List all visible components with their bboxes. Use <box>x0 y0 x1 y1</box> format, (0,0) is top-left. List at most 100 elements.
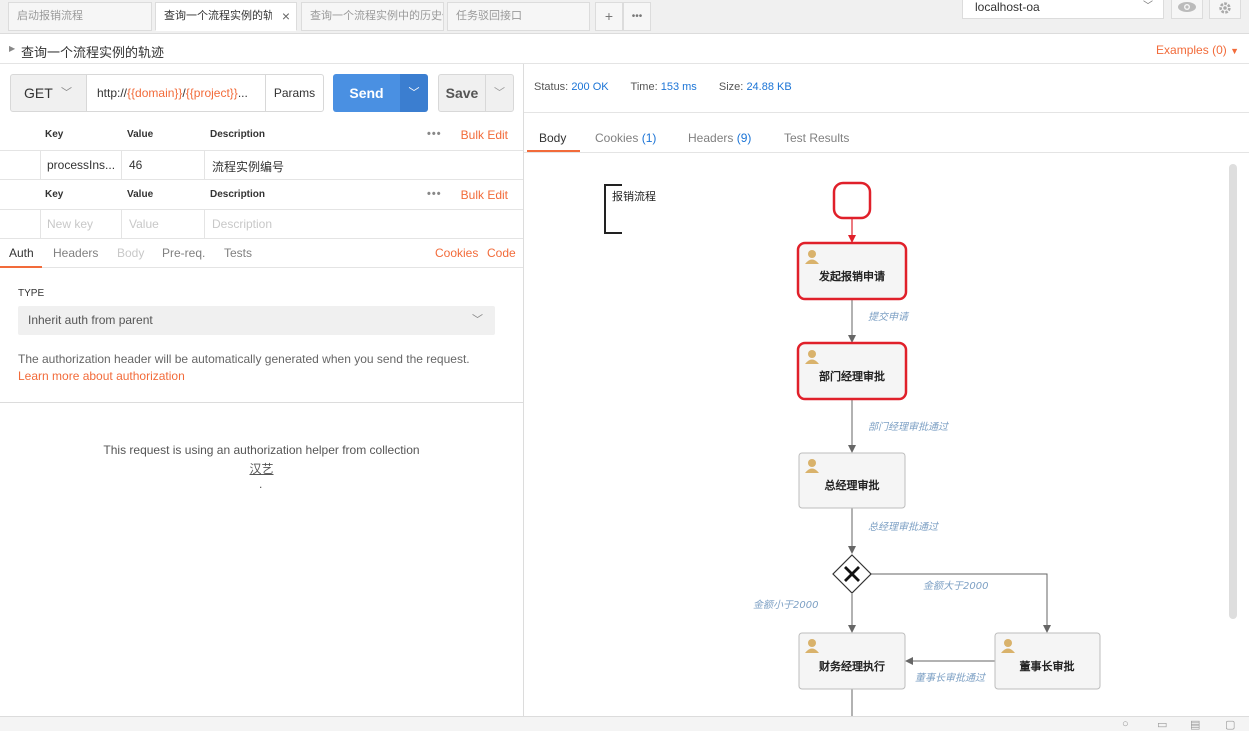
start-event <box>832 181 872 220</box>
active-tab-indicator <box>527 150 580 152</box>
response-meta: Status: 200 OK Time: 153 ms Size: 24.88 … <box>534 81 792 93</box>
task-chairman: 董事长审批 <box>994 632 1101 690</box>
tab-body[interactable]: Body <box>117 246 144 260</box>
cookies-tab-label: Cookies <box>595 131 639 145</box>
task-label: 总经理审批 <box>825 478 880 492</box>
task-dept-mgr: 部门经理审批 <box>796 341 908 401</box>
headers-bulk-edit[interactable]: Bulk Edit <box>461 188 508 202</box>
add-tab-button[interactable]: + <box>595 2 623 31</box>
cookies-link[interactable]: Cookies <box>435 246 478 260</box>
save-button[interactable]: Save <box>438 74 486 112</box>
chevron-down-icon: ﹀ <box>408 87 420 99</box>
help-icon[interactable]: ▢ <box>1225 718 1235 731</box>
tab-label: 查询一个流程实例的轨迹 <box>164 10 272 22</box>
status-bar: ○ ▭ ▤ ▢ <box>0 716 1249 731</box>
learn-more-link[interactable]: Learn more about authorization <box>18 369 185 383</box>
new-value-input[interactable]: Value <box>129 217 159 231</box>
url-prefix: http:// <box>97 86 128 100</box>
time-label: Time: <box>630 81 658 93</box>
examples-dropdown[interactable]: Examples (0) ▼ <box>1156 43 1239 57</box>
more-tabs-button[interactable]: ••• <box>623 2 651 31</box>
params-bulk-edit[interactable]: Bulk Edit <box>461 128 508 142</box>
auth-type-select[interactable]: Inherit auth from parent ﹀ <box>18 306 495 335</box>
gear-icon[interactable] <box>1209 0 1241 19</box>
headers-count: (9) <box>736 131 752 145</box>
cell-divider <box>204 151 205 180</box>
new-key-input[interactable]: New key <box>47 217 93 231</box>
collection-link[interactable]: 汉艺 <box>0 460 523 477</box>
cell-divider <box>121 151 122 180</box>
time-value: 153 ms <box>660 81 697 93</box>
tab-prereq[interactable]: Pre-req. <box>162 246 205 260</box>
task-finance: 财务经理执行 <box>798 632 906 690</box>
caret-right-icon[interactable]: ▶ <box>9 44 15 53</box>
tab-response-body[interactable]: Body <box>539 131 566 145</box>
flow-label-chair-pass: 董事长审批通过 <box>915 672 986 684</box>
flow-label-lt2000: 金额小于2000 <box>753 599 818 611</box>
tab-response-cookies[interactable]: Cookies (1) <box>595 131 656 145</box>
url-var-domain: {{domain}} <box>127 86 183 100</box>
response-scrollbar[interactable] <box>1229 164 1237 619</box>
active-tab-indicator <box>0 266 42 268</box>
tab-query-trace[interactable]: 查询一个流程实例的轨迹 × <box>155 2 297 31</box>
tab-test-results[interactable]: Test Results <box>784 131 849 145</box>
tab-label: 启动报销流程 <box>17 10 83 22</box>
params-description-header: Description <box>210 129 266 140</box>
cell-divider <box>121 210 122 239</box>
method-select[interactable]: GET ﹀ <box>10 74 87 112</box>
task-label: 董事长审批 <box>1020 659 1075 673</box>
tab-query-history[interactable]: 查询一个流程实例中的历史任 <box>301 2 444 31</box>
more-options-icon[interactable]: ••• <box>427 128 442 140</box>
size-label: Size: <box>718 81 744 93</box>
search-icon[interactable]: ○ <box>1122 718 1129 730</box>
url-input[interactable]: http://{{domain}}/{{project}}... <box>86 74 266 112</box>
param-key-cell[interactable]: processIns... <box>47 158 115 172</box>
task-label: 发起报销申请 <box>818 269 885 283</box>
cookies-count: (1) <box>641 131 657 145</box>
tab-label: 任务驳回接口 <box>456 10 522 22</box>
params-value-header: Value <box>127 129 154 140</box>
pool-label: 报销流程 <box>612 189 656 203</box>
eye-icon[interactable] <box>1171 0 1203 19</box>
tab-headers[interactable]: Headers <box>53 246 98 260</box>
flow-label-gm-pass: 总经理审批通过 <box>868 521 939 533</box>
close-icon[interactable]: × <box>282 3 290 30</box>
status-label: Status: <box>534 81 569 93</box>
cell-divider <box>204 210 205 239</box>
send-dropdown-button[interactable]: ﹀ <box>400 74 428 112</box>
headers-header-row: Key Value Description ••• Bulk Edit <box>0 180 523 210</box>
exclusive-gateway <box>832 554 872 594</box>
environment-value: localhost-oa <box>975 0 1040 14</box>
keyboard-icon[interactable]: ▤ <box>1190 718 1200 731</box>
tab-response-headers[interactable]: Headers (9) <box>688 131 751 145</box>
new-description-input[interactable]: Description <box>212 217 272 231</box>
headers-description-header: Description <box>210 189 266 200</box>
tab-task-reject[interactable]: 任务驳回接口 <box>447 2 590 31</box>
param-value-cell[interactable]: 46 <box>129 158 142 172</box>
request-title: 查询一个流程实例的轨迹 <box>21 45 165 60</box>
task-label: 部门经理审批 <box>819 369 885 383</box>
headers-key-header: Key <box>45 189 64 200</box>
more-options-icon[interactable]: ••• <box>427 188 442 200</box>
task-start-apply: 发起报销申请 <box>796 241 908 301</box>
environment-select[interactable]: localhost-oa ﹀ <box>962 0 1164 19</box>
code-link[interactable]: Code <box>487 246 516 260</box>
tab-auth[interactable]: Auth <box>9 246 34 260</box>
request-tabs: Auth Headers Body Pre-req. Tests Cookies… <box>0 239 523 268</box>
headers-value-header: Value <box>127 189 154 200</box>
auth-helper-text: This request is using an authorization h… <box>103 443 420 457</box>
tab-start-process[interactable]: 启动报销流程 <box>8 2 152 31</box>
send-button[interactable]: Send <box>333 74 400 112</box>
auth-note: The authorization header will be automat… <box>18 352 470 366</box>
url-ellipsis: ... <box>237 86 248 100</box>
process-diagram: 报销流程 提交申请 部门经理审批通过 总经理审批通过 金额大于2000 金额小于… <box>524 153 1224 716</box>
param-description-cell[interactable]: 流程实例编号 <box>212 158 284 175</box>
layout-icon[interactable]: ▭ <box>1157 718 1167 731</box>
chevron-down-icon: ﹀ <box>494 87 505 99</box>
chevron-down-icon: ﹀ <box>472 314 483 326</box>
method-value: GET <box>24 85 53 101</box>
tab-tests[interactable]: Tests <box>224 246 252 260</box>
more-icon: ••• <box>631 11 643 22</box>
save-dropdown-button[interactable]: ﹀ <box>485 74 514 112</box>
params-button[interactable]: Params <box>265 74 324 112</box>
